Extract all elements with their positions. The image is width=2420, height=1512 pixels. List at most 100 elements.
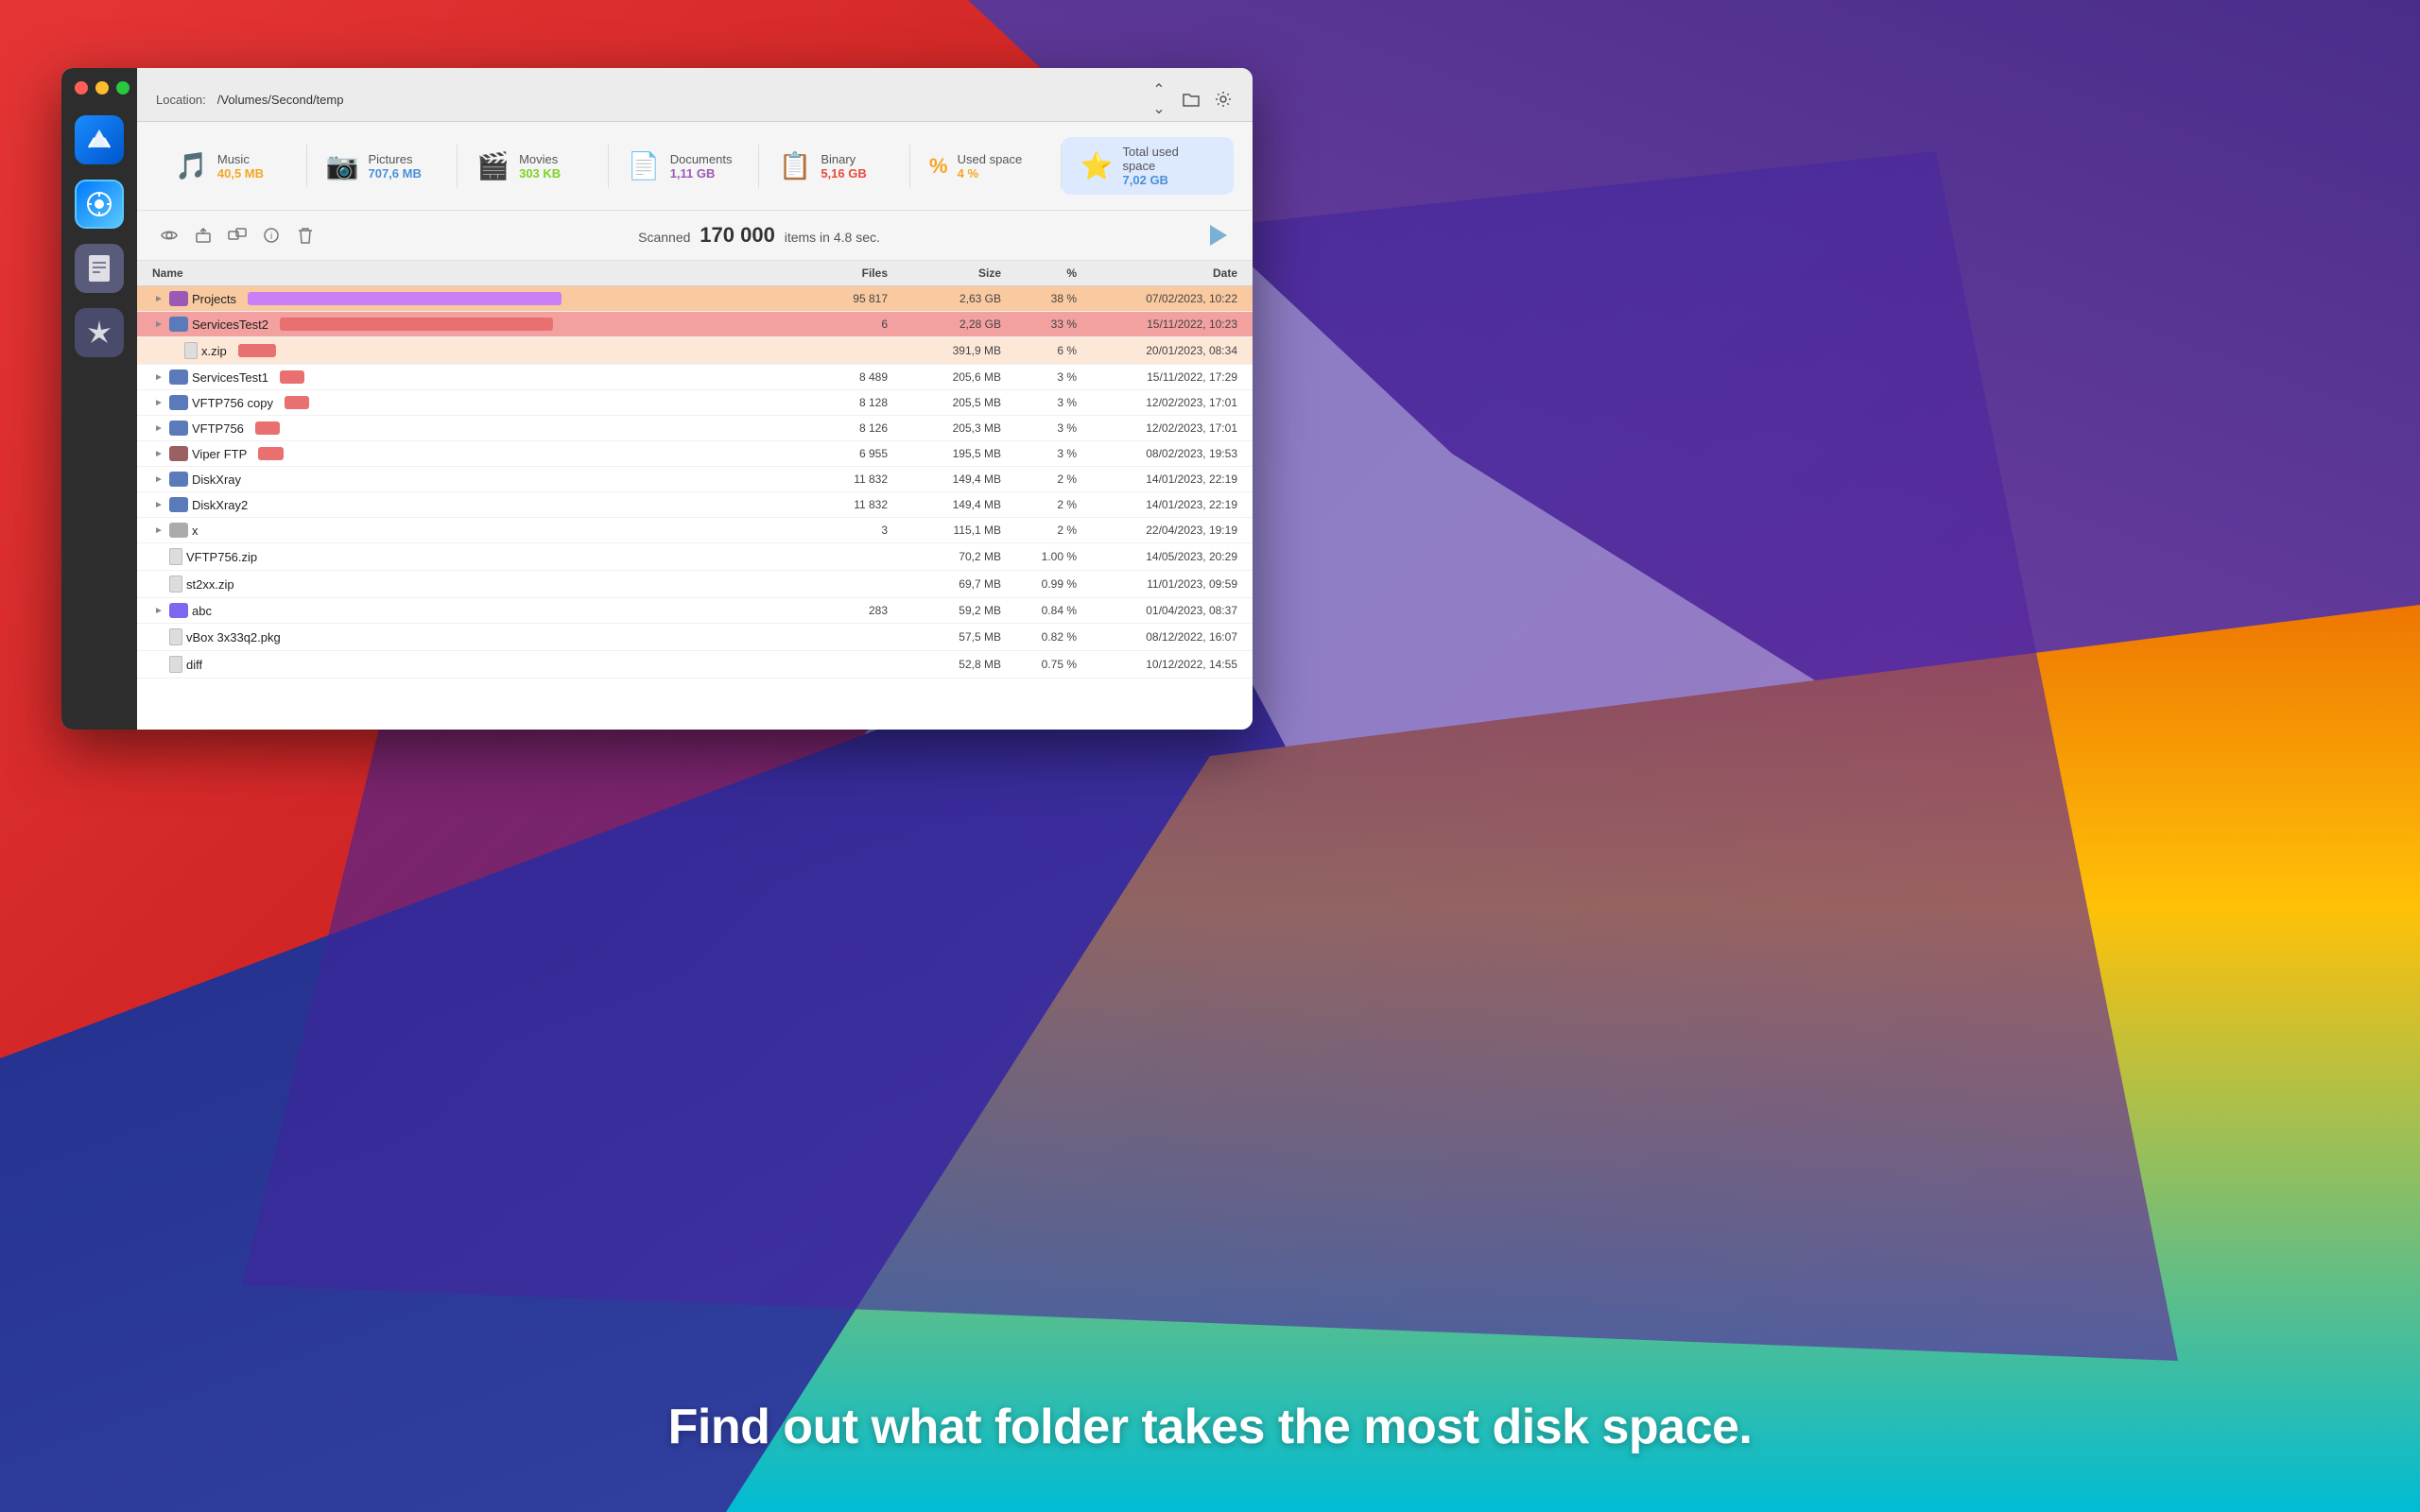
preview-icon[interactable]: [156, 222, 182, 249]
folder-icon: [169, 603, 188, 618]
size-bar-fill: [248, 292, 562, 305]
file-icon: [169, 548, 182, 565]
totalspace-icon: ⭐: [1080, 153, 1114, 180]
minimize-button[interactable]: [95, 81, 109, 94]
expand-icon[interactable]: ►: [152, 292, 165, 305]
row-percent: 1.00 %: [1001, 550, 1077, 563]
location-chevron[interactable]: ⌃⌄: [1149, 89, 1169, 110]
stat-totalspace[interactable]: ⭐ Total used space 7,02 GB: [1062, 137, 1234, 195]
close-button[interactable]: [75, 81, 88, 94]
table-row[interactable]: ►VFTP7568 126205,3 MB3 %12/02/2023, 17:0…: [137, 416, 1253, 441]
row-date: 14/05/2023, 20:29: [1077, 550, 1237, 563]
row-name-text: VFTP756: [192, 421, 244, 436]
table-row[interactable]: ►VFTP756 copy8 128205,5 MB3 %12/02/2023,…: [137, 390, 1253, 416]
row-percent: 33 %: [1001, 318, 1077, 331]
table-row[interactable]: ►Viper FTP6 955195,5 MB3 %08/02/2023, 19…: [137, 441, 1253, 467]
table-row[interactable]: ►Projects95 8172,63 GB38 %07/02/2023, 10…: [137, 286, 1253, 312]
row-name-text: DiskXray2: [192, 498, 248, 512]
music-label: Music: [217, 152, 264, 166]
row-name-text: x.zip: [201, 344, 227, 358]
row-files: 8 128: [774, 396, 888, 409]
table-row[interactable]: ►ServicesTest262,28 GB33 %15/11/2022, 10…: [137, 312, 1253, 337]
size-bar-fill: [255, 421, 280, 435]
col-date: Date: [1077, 266, 1237, 280]
totalspace-label: Total used space: [1123, 145, 1215, 173]
expand-icon[interactable]: ►: [152, 604, 165, 617]
expand-icon[interactable]: ►: [152, 396, 165, 409]
table-row[interactable]: vBox 3x33q2.pkg57,5 MB0.82 %08/12/2022, …: [137, 624, 1253, 651]
row-name-text: vBox 3x33q2.pkg: [186, 630, 281, 644]
info-icon[interactable]: i: [258, 222, 285, 249]
maximize-button[interactable]: [116, 81, 130, 94]
row-percent: 3 %: [1001, 396, 1077, 409]
sidebar-docs[interactable]: [75, 244, 124, 293]
row-percent: 2 %: [1001, 524, 1077, 537]
stat-music[interactable]: 🎵 Music 40,5 MB: [156, 145, 307, 188]
row-date: 08/12/2022, 16:07: [1077, 630, 1237, 644]
scan-suffix: items in 4.8 sec.: [785, 230, 880, 245]
row-date: 01/04/2023, 08:37: [1077, 604, 1237, 617]
col-files: Files: [774, 266, 888, 280]
table-row[interactable]: ►DiskXray211 832149,4 MB2 %14/01/2023, 2…: [137, 492, 1253, 518]
stat-pictures[interactable]: 📷 Pictures 707,6 MB: [307, 145, 458, 188]
table-row[interactable]: st2xx.zip69,7 MB0.99 %11/01/2023, 09:59: [137, 571, 1253, 598]
row-date: 15/11/2022, 17:29: [1077, 370, 1237, 384]
delete-icon[interactable]: [292, 222, 319, 249]
settings-icon[interactable]: [1213, 89, 1234, 110]
size-bar-fill: [238, 344, 276, 357]
main-content: Location: ⌃⌄ 🎵 Music 40,5 MB: [137, 68, 1253, 730]
expand-icon[interactable]: ►: [152, 472, 165, 486]
location-label: Location:: [156, 93, 206, 107]
stat-movies[interactable]: 🎬 Movies 303 KB: [458, 145, 609, 188]
table-row[interactable]: diff52,8 MB0.75 %10/12/2022, 14:55: [137, 651, 1253, 679]
music-value: 40,5 MB: [217, 166, 264, 180]
documents-label: Documents: [670, 152, 733, 166]
col-size: Size: [888, 266, 1001, 280]
totalspace-value: 7,02 GB: [1123, 173, 1215, 187]
col-name: Name: [152, 266, 774, 280]
row-name-text: ServicesTest2: [192, 318, 268, 332]
sidebar-magic[interactable]: [75, 308, 124, 357]
expand-icon: [152, 577, 165, 591]
sidebar-app-store[interactable]: [75, 115, 124, 164]
share-icon[interactable]: [224, 222, 251, 249]
usedspace-label: Used space: [958, 152, 1023, 166]
row-files: 8 489: [774, 370, 888, 384]
table-row[interactable]: ►DiskXray11 832149,4 MB2 %14/01/2023, 22…: [137, 467, 1253, 492]
expand-icon[interactable]: ►: [152, 447, 165, 460]
row-date: 22/04/2023, 19:19: [1077, 524, 1237, 537]
open-folder-icon[interactable]: [1181, 89, 1201, 110]
row-size: 52,8 MB: [888, 658, 1001, 671]
binary-icon: 📋: [778, 153, 811, 180]
expand-icon[interactable]: ►: [152, 370, 165, 384]
stat-documents[interactable]: 📄 Documents 1,11 GB: [609, 145, 760, 188]
expand-icon[interactable]: ►: [152, 318, 165, 331]
row-percent: 6 %: [1001, 344, 1077, 357]
export-icon[interactable]: [190, 222, 216, 249]
row-size: 205,6 MB: [888, 370, 1001, 384]
documents-value: 1,11 GB: [670, 166, 733, 180]
table-row[interactable]: ►x3115,1 MB2 %22/04/2023, 19:19: [137, 518, 1253, 543]
sidebar-disk-xray[interactable]: [75, 180, 124, 229]
row-percent: 2 %: [1001, 472, 1077, 486]
row-name-text: x: [192, 524, 199, 538]
play-button[interactable]: [1200, 218, 1234, 252]
table-row[interactable]: ►ServicesTest18 489205,6 MB3 %15/11/2022…: [137, 365, 1253, 390]
stats-bar: 🎵 Music 40,5 MB 📷 Pictures 707,6 MB 🎬 Mo…: [137, 122, 1253, 211]
caption-text: Find out what folder takes the most disk…: [668, 1400, 1753, 1454]
expand-icon[interactable]: ►: [152, 421, 165, 435]
row-percent: 3 %: [1001, 421, 1077, 435]
stat-usedspace[interactable]: % Used space 4 %: [910, 145, 1062, 188]
table-row[interactable]: VFTP756.zip70,2 MB1.00 %14/05/2023, 20:2…: [137, 543, 1253, 571]
stat-binary[interactable]: 📋 Binary 5,16 GB: [759, 145, 910, 188]
table-row[interactable]: x.zip391,9 MB6 %20/01/2023, 08:34: [137, 337, 1253, 365]
expand-icon[interactable]: ►: [152, 498, 165, 511]
table-row[interactable]: ►abc28359,2 MB0.84 %01/04/2023, 08:37: [137, 598, 1253, 624]
row-size: 149,4 MB: [888, 498, 1001, 511]
row-size: 115,1 MB: [888, 524, 1001, 537]
expand-icon[interactable]: ►: [152, 524, 165, 537]
bottom-caption: Find out what folder takes the most disk…: [0, 1399, 2420, 1455]
size-bar-container: [255, 421, 586, 435]
row-files: 6: [774, 318, 888, 331]
location-input[interactable]: [217, 93, 1137, 107]
